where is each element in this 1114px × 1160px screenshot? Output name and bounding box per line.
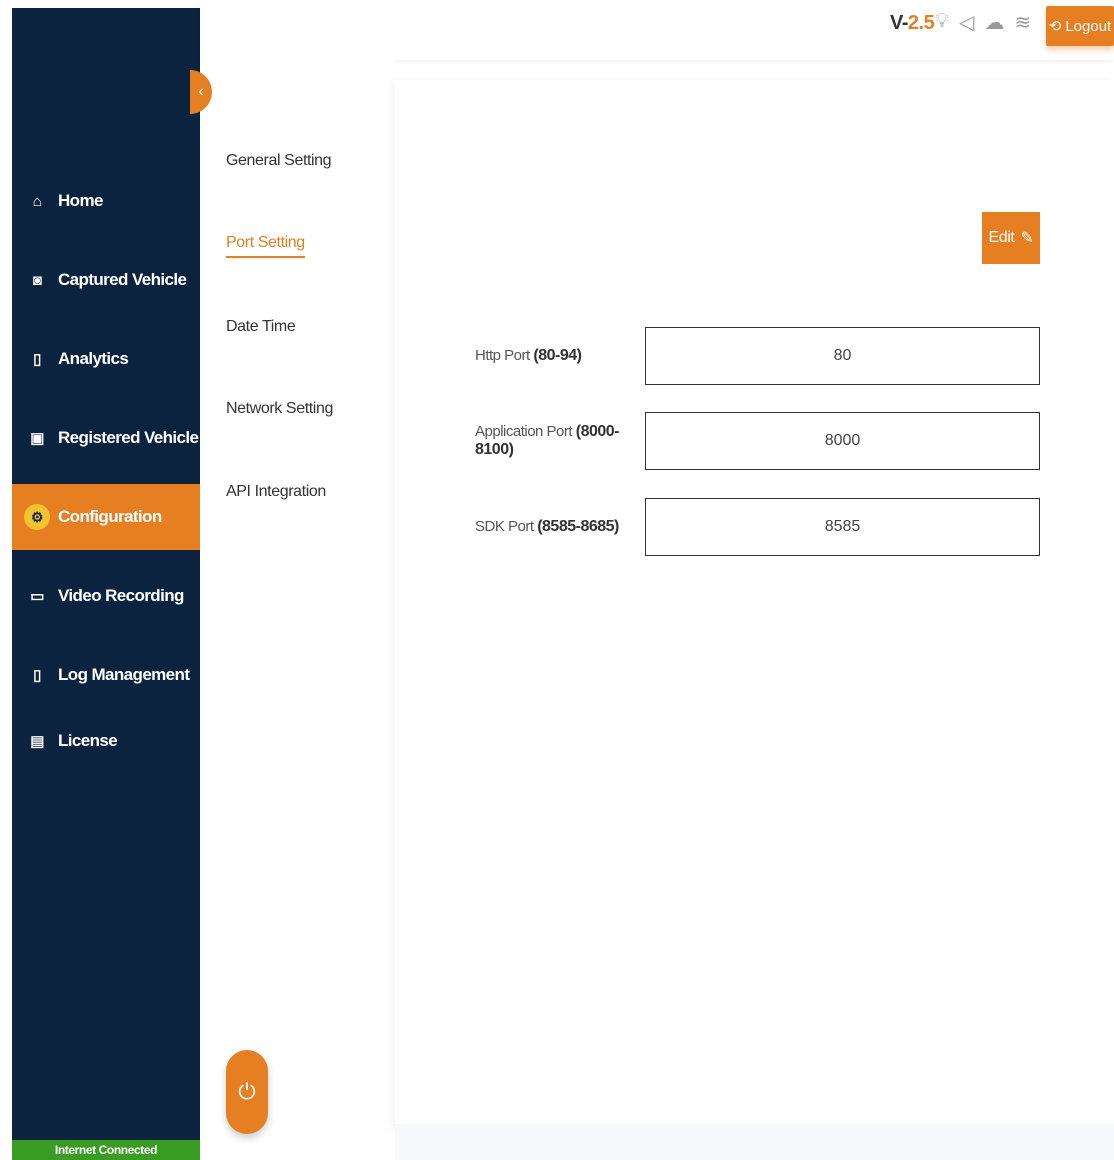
sidebar-item-label: Home (58, 191, 103, 210)
sidebar-item-log-management[interactable]: ▯ Log Management (12, 642, 200, 708)
http-port-row: Http Port (80-94) 80 (475, 327, 1040, 385)
sidebar-item-label: License (58, 731, 118, 750)
camera-icon: ◙ (32, 271, 42, 289)
application-port-label: Application Port (8000-8100) (475, 423, 619, 458)
pencil-icon: ✎ (1020, 230, 1034, 247)
submenu-port-setting[interactable]: Port Setting (226, 234, 305, 258)
speaker-icon[interactable]: ◁ (959, 10, 974, 35)
logout-button[interactable]: ⟲ Logout (1046, 6, 1114, 46)
sidebar-item-license[interactable]: ▤ License (12, 721, 200, 761)
sidebar-item-captured-vehicle[interactable]: ◙ Captured Vehicle (12, 247, 200, 313)
application-port-row: Application Port (8000-8100) 8000 (475, 412, 1040, 470)
port-setting-panel: Edit ✎ Http Port (80-94) 80 Application … (395, 80, 1114, 1130)
sdk-port-input[interactable]: 8585 (645, 498, 1040, 556)
sidebar-item-label: Video Recording (58, 586, 184, 605)
sidebar-nav: ⌂ Home ◙ Captured Vehicle ▯ Analytics ▣ … (12, 168, 200, 761)
bulb-icon[interactable]: 💡︎ (935, 10, 949, 35)
connection-status: Internet Connected (12, 1140, 200, 1160)
bus-icon: ▣ (30, 430, 44, 447)
sidebar-item-home[interactable]: ⌂ Home (12, 168, 200, 234)
submenu-network-setting[interactable]: Network Setting (226, 400, 333, 418)
power-button[interactable]: ⏻ (226, 1050, 268, 1134)
version-number: 2.5 (907, 12, 935, 34)
wifi-icon[interactable]: ≋ (1014, 10, 1031, 35)
http-port-input[interactable]: 80 (645, 327, 1040, 385)
video-icon: ▭ (30, 588, 44, 605)
sdk-port-row: SDK Port (8585-8685) 8585 (475, 498, 1040, 556)
document-icon: ▯ (33, 667, 41, 684)
chevron-left-icon: ‹ (198, 83, 204, 100)
power-icon: ⏻ (238, 1079, 256, 1104)
sidebar-item-label: Captured Vehicle (58, 270, 187, 289)
http-port-label: Http Port (80-94) (475, 347, 582, 364)
sidebar-item-label: Analytics (58, 349, 129, 368)
cloud-icon[interactable]: ☁︎ (984, 10, 1004, 35)
sidebar-item-registered-vehicle[interactable]: ▣ Registered Vehicle (12, 405, 200, 471)
submenu-general-setting[interactable]: General Setting (226, 152, 332, 170)
logout-icon: ⟲ (1048, 18, 1062, 35)
footer-strip (395, 1124, 1114, 1160)
phone-icon: ▯ (33, 351, 41, 368)
sidebar-item-label: Configuration (58, 507, 162, 526)
sidebar-item-label: Log Management (58, 665, 190, 684)
sdk-port-label: SDK Port (8585-8685) (475, 518, 619, 535)
sidebar-item-configuration[interactable]: ⚙ Configuration (12, 484, 200, 550)
submenu-date-time[interactable]: Date Time (226, 318, 296, 336)
gear-icon: ⚙ (24, 504, 50, 530)
home-icon: ⌂ (32, 192, 42, 210)
edit-label: Edit (988, 229, 1015, 246)
logout-label: Logout (1065, 17, 1112, 35)
sidebar-item-analytics[interactable]: ▯ Analytics (12, 326, 200, 392)
submenu-api-integration[interactable]: API Integration (226, 483, 326, 501)
sidebar-item-label: Registered Vehicle (58, 428, 199, 447)
version-prefix: V- (890, 12, 908, 34)
application-port-input[interactable]: 8000 (645, 412, 1040, 470)
status-icons: 💡︎ ◁ ☁︎ ≋ (935, 10, 1031, 35)
license-icon: ▤ (30, 733, 44, 750)
config-submenu: General Setting Port Setting Date Time N… (200, 60, 395, 1160)
sidebar-item-video-recording[interactable]: ▭ Video Recording (12, 563, 200, 629)
edit-button[interactable]: Edit ✎ (982, 212, 1040, 264)
version-label: V-2.5 (890, 12, 935, 35)
